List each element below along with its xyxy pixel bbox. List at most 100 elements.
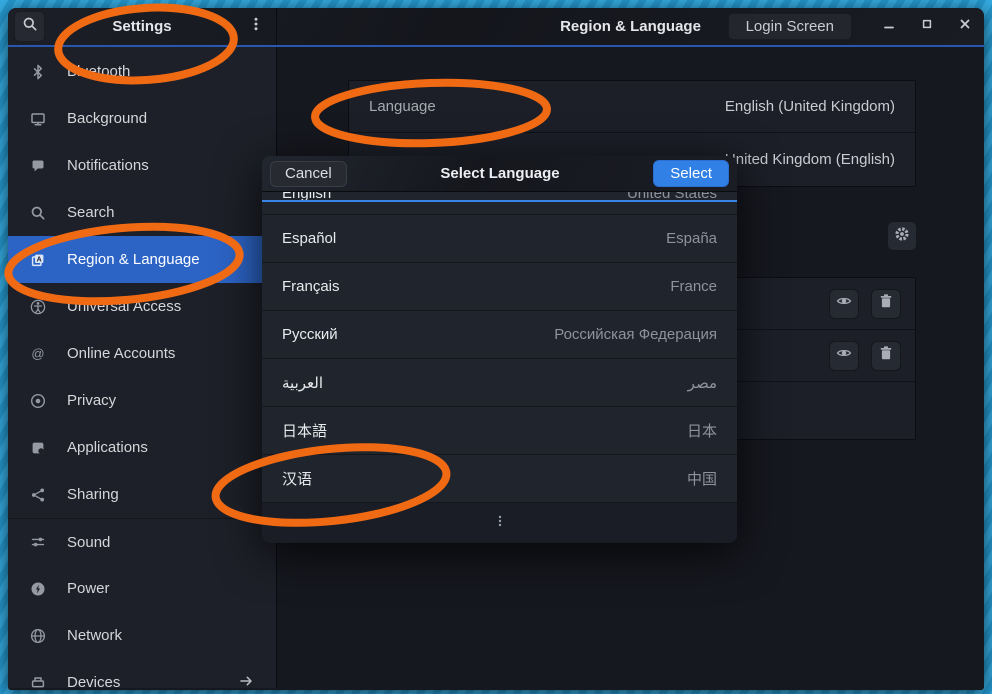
sidebar-item[interactable]: @ Online Accounts: [8, 330, 276, 377]
select-button[interactable]: Select: [653, 160, 729, 187]
sharing-icon: [29, 487, 47, 503]
language-name: 日本語: [282, 420, 327, 441]
page-title: Region & Language: [560, 18, 701, 35]
sidebar-item-label: Devices: [67, 674, 120, 688]
language-list: Español España Français France Русский Р…: [262, 215, 737, 503]
sidebar-item-label: Sound: [67, 534, 110, 551]
language-region: 中国: [687, 468, 717, 489]
window-controls: Login Screen: [728, 8, 984, 45]
background-icon: [29, 111, 47, 127]
svg-text:A: A: [37, 256, 42, 263]
notifications-icon: [29, 158, 47, 174]
scrolled-language-row[interactable]: English United States: [262, 192, 737, 200]
sidebar-item[interactable]: Notifications: [8, 142, 276, 189]
language-value: English (United Kingdom): [725, 98, 895, 115]
language-name: 汉语: [282, 468, 312, 489]
language-name: English: [282, 192, 331, 200]
menu-button[interactable]: [240, 11, 271, 42]
sidebar-item[interactable]: Privacy: [8, 377, 276, 424]
language-option-row[interactable]: 日本語 日本: [262, 407, 737, 455]
language-option-row[interactable]: Español España: [262, 215, 737, 263]
sidebar-item[interactable]: Devices: [8, 659, 276, 688]
network-icon: [29, 628, 47, 644]
input-sources-options-button[interactable]: [887, 221, 917, 251]
language-option-row[interactable]: Русский Российская Федерация: [262, 311, 737, 359]
bluetooth-icon: [29, 64, 47, 80]
cancel-button[interactable]: Cancel: [270, 161, 347, 187]
language-name: Русский: [282, 326, 338, 343]
more-vertical-icon: [492, 513, 508, 534]
language-region: España: [666, 230, 717, 247]
language-option-row[interactable]: Français France: [262, 263, 737, 311]
headerbar-right: Region & Language Login Screen: [277, 8, 984, 45]
dialog-header: Cancel Select Language Select: [262, 156, 737, 192]
sidebar-item-label: Background: [67, 110, 147, 127]
minimize-icon: [881, 16, 897, 37]
online-accounts-icon: @: [29, 346, 47, 362]
sidebar-item-label: Power: [67, 580, 110, 597]
language-region: 日本: [687, 420, 717, 441]
language-option-row[interactable]: العربية مصر: [262, 359, 737, 407]
language-name: العربية: [282, 374, 323, 392]
power-icon: [29, 581, 47, 597]
language-region: مصر: [688, 374, 717, 392]
trash-icon: [878, 345, 894, 366]
universal-access-icon: [29, 299, 47, 315]
sidebar-item[interactable]: Sharing: [8, 471, 276, 518]
sound-icon: [29, 534, 47, 550]
sidebar-item-label: Privacy: [67, 392, 116, 409]
arrow-right-icon: [238, 673, 254, 689]
sidebar-item[interactable]: Bluetooth: [8, 48, 276, 95]
sidebar-item[interactable]: Applications: [8, 424, 276, 471]
sidebar-item-label: Network: [67, 627, 122, 644]
sidebar-item-label: Sharing: [67, 486, 119, 503]
sidebar-item-label: Search: [67, 204, 115, 221]
trash-icon: [878, 293, 894, 314]
language-region: Российская Федерация: [554, 326, 717, 343]
sidebar-item-label: Bluetooth: [67, 63, 130, 80]
close-button[interactable]: [946, 8, 984, 45]
maximize-button[interactable]: [908, 8, 946, 45]
language-region: United States: [627, 192, 717, 200]
app-title: Settings: [112, 18, 171, 35]
remove-source-button[interactable]: [871, 341, 901, 371]
sidebar-item-label: Online Accounts: [67, 345, 175, 362]
view-layout-button[interactable]: [829, 341, 859, 371]
minimize-button[interactable]: [870, 8, 908, 45]
desktop: { "titlebar": { "app_title": "Settings",…: [0, 0, 992, 694]
sidebar-item[interactable]: Background: [8, 95, 276, 142]
sidebar-item[interactable]: Power: [8, 565, 276, 612]
select-language-dialog: Cancel Select Language Select English Un…: [262, 156, 737, 543]
formats-value: United Kingdom (English): [725, 151, 895, 168]
kebab-menu-icon: [248, 16, 264, 37]
devices-icon: [29, 675, 47, 689]
privacy-icon: [29, 393, 47, 409]
gear-icon: [894, 226, 910, 247]
sidebar-item[interactable]: Universal Access: [8, 283, 276, 330]
settings-window: Settings Region & Language Login Screen: [8, 8, 984, 690]
search-icon: [29, 205, 47, 221]
eye-icon: [836, 293, 852, 314]
show-more-button[interactable]: [262, 503, 737, 543]
language-label: Language: [369, 98, 436, 115]
language-option-row[interactable]: 汉语 中国: [262, 455, 737, 503]
language-name: Español: [282, 230, 336, 247]
remove-source-button[interactable]: [871, 289, 901, 319]
sidebar-item-label: Region & Language: [67, 251, 200, 268]
sidebar-item[interactable]: A Region & Language: [8, 236, 276, 283]
language-name: Français: [282, 278, 340, 295]
login-screen-button[interactable]: Login Screen: [728, 13, 852, 40]
dialog-title: Select Language: [347, 165, 654, 182]
sidebar-item-label: Applications: [67, 439, 148, 456]
sidebar-item-label: Universal Access: [67, 298, 181, 315]
sidebar-item[interactable]: Sound: [8, 518, 276, 565]
headerbar-left: Settings: [8, 8, 277, 45]
sidebar-item[interactable]: Network: [8, 612, 276, 659]
language-row[interactable]: Language English (United Kingdom): [349, 81, 915, 132]
applications-icon: [29, 440, 47, 456]
search-icon: [22, 16, 38, 37]
sidebar-item[interactable]: Search: [8, 189, 276, 236]
svg-text:@: @: [31, 346, 44, 361]
search-button[interactable]: [14, 11, 45, 42]
view-layout-button[interactable]: [829, 289, 859, 319]
